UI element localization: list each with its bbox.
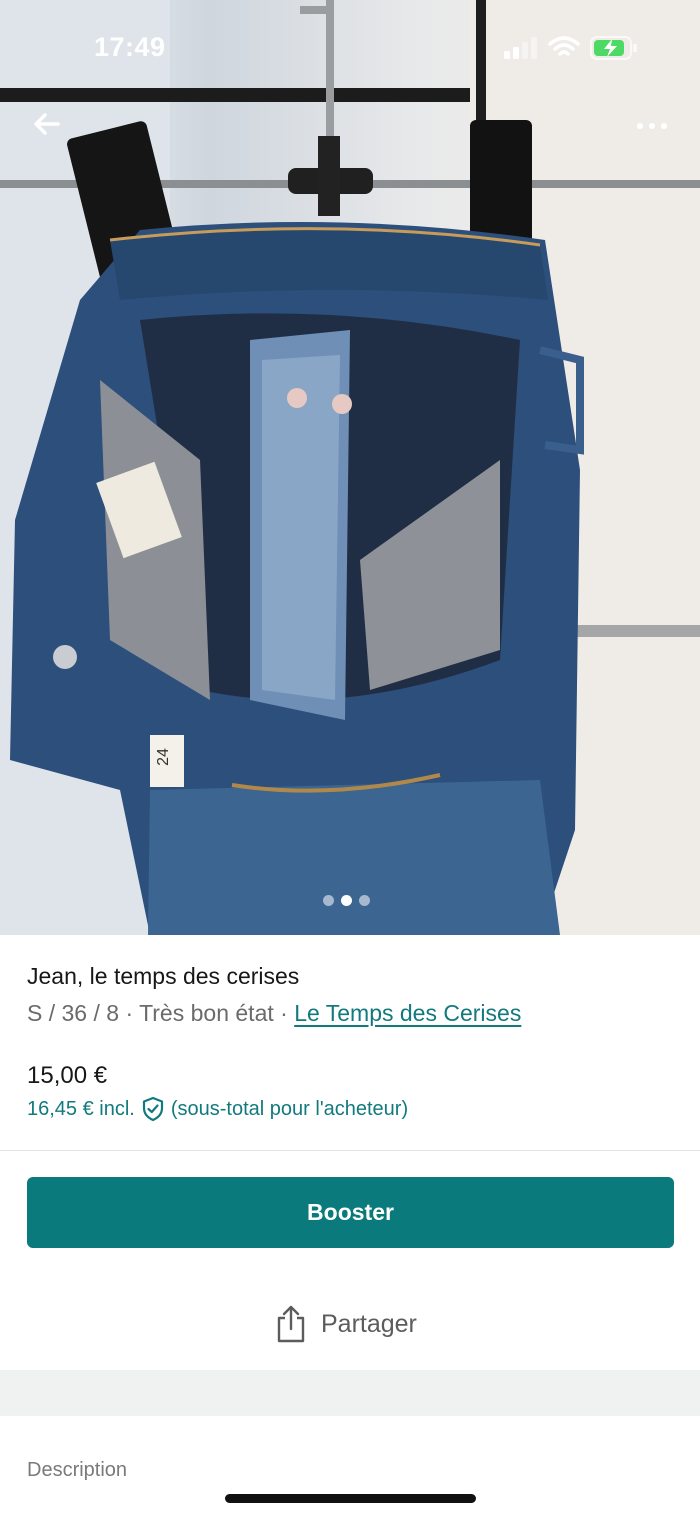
back-button[interactable]: [28, 104, 68, 144]
cellular-signal-icon: [504, 37, 537, 59]
battery-charging-icon: [590, 36, 637, 60]
shield-check-icon: [142, 1096, 163, 1122]
wifi-icon: [548, 36, 580, 56]
size-tag-text: 24: [154, 748, 172, 766]
buyer-price: 16,45 € incl.: [27, 1097, 135, 1120]
listing-meta: S / 36 / 8 · Très bon état · Le Temps de…: [27, 1000, 521, 1027]
listing-size-condition: S / 36 / 8 · Très bon état ·: [27, 1000, 295, 1026]
gallery-pagination: [323, 895, 370, 906]
booster-button[interactable]: Booster: [27, 1177, 674, 1248]
jeans-photo-illustration: [0, 0, 700, 935]
brand-link[interactable]: Le Temps des Cerises: [294, 1000, 521, 1026]
listing-price: 15,00 €: [27, 1062, 108, 1089]
share-button[interactable]: Partager: [275, 1303, 417, 1345]
share-label: Partager: [321, 1309, 417, 1338]
description-heading: Description: [27, 1459, 128, 1481]
more-options-button[interactable]: [628, 104, 676, 144]
status-icons: [504, 35, 638, 61]
section-separator: [0, 1370, 700, 1416]
pagination-dot-active[interactable]: [341, 895, 352, 906]
divider: [0, 1150, 700, 1151]
status-time: 17:49: [94, 32, 166, 62]
status-bar: 17:49: [0, 0, 700, 96]
buyer-price-note: (sous-total pour l'acheteur): [170, 1097, 409, 1120]
pagination-dot[interactable]: [323, 895, 334, 906]
share-icon: [277, 1305, 305, 1343]
buyer-price-info[interactable]: 16,45 € incl. (sous-total pour l'acheteu…: [27, 1096, 408, 1122]
arrow-left-icon: [34, 113, 60, 135]
product-photo[interactable]: 24: [0, 0, 700, 935]
listing-title: Jean, le temps des cerises: [27, 963, 300, 989]
pagination-dot[interactable]: [359, 895, 370, 906]
home-indicator[interactable]: [225, 1494, 476, 1503]
more-horizontal-icon: [637, 123, 667, 129]
